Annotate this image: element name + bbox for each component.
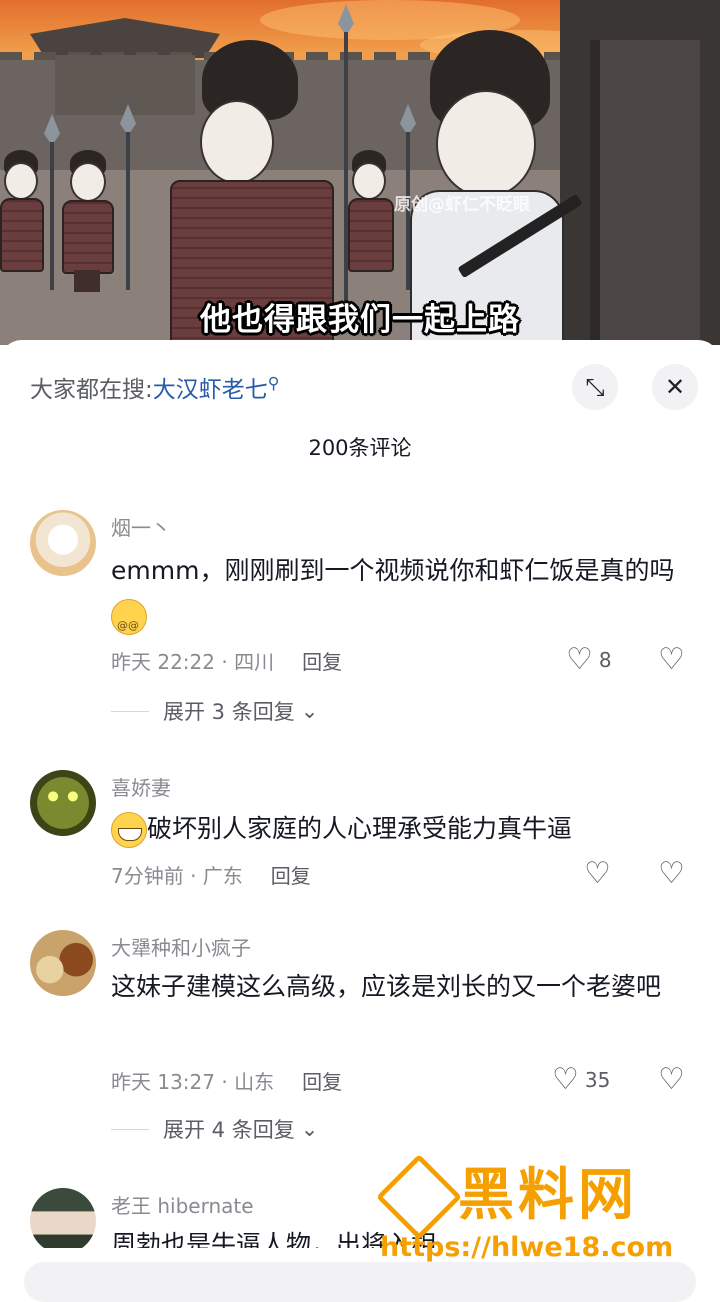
reply-button[interactable]: 回复 xyxy=(271,864,311,888)
heart-icon: ♡ xyxy=(584,856,611,891)
search-prefix: 大家都在搜: xyxy=(30,377,153,403)
comment-username[interactable]: 喜娇妻 xyxy=(111,772,171,801)
search-icon: ⚲ xyxy=(267,373,280,393)
like-count: 35 xyxy=(584,1067,611,1092)
like-button[interactable]: ♡ 35 xyxy=(552,1062,610,1097)
comment-panel: 大家都在搜:大汉虾老七⚲ ⤡ ✕ 200条评论 烟一丶 emmm，刚刚刷到一个视… xyxy=(0,340,720,1280)
spear xyxy=(126,130,130,290)
comment-text: 这妹子建模这么高级，应该是刘长的又一个老婆吧 xyxy=(111,972,662,1001)
avatar[interactable] xyxy=(30,930,96,996)
reply-button[interactable]: 回复 xyxy=(302,650,342,674)
like-button[interactable]: ♡ xyxy=(584,856,611,891)
broken-heart-icon: ♡ xyxy=(658,856,685,891)
like-button[interactable]: ♡ 8 xyxy=(566,642,612,677)
video-subtitle: 他也得跟我们一起上路 xyxy=(200,302,520,338)
like-count: 8 xyxy=(598,647,612,672)
comment-meta: 昨天 13:27 · 山东 回复 xyxy=(111,1070,343,1094)
dizzy-emoji xyxy=(111,599,147,648)
comment-text: 破坏别人家庭的人心理承受能力真牛逼 xyxy=(111,806,691,851)
chevron-down-icon: ⌄ xyxy=(300,699,319,723)
brand-logo-icon xyxy=(375,1153,463,1241)
dislike-button[interactable]: ♡ xyxy=(658,856,685,891)
comment-username[interactable]: 烟一丶 xyxy=(111,512,171,541)
dislike-button[interactable]: ♡ xyxy=(658,642,685,677)
tower-body xyxy=(55,55,195,115)
spear xyxy=(50,140,54,290)
comment-input-bar[interactable] xyxy=(24,1262,696,1302)
comment-meta: 昨天 22:22 · 四川 回复 xyxy=(111,650,343,674)
comment-count: 200条评论 xyxy=(308,436,412,460)
watermark-url: https://hlwe18.com xyxy=(380,1232,674,1263)
heart-icon: ♡ xyxy=(566,642,593,677)
avatar[interactable] xyxy=(30,1188,96,1248)
close-button[interactable]: ✕ xyxy=(652,364,698,410)
comment-text: emmm，刚刚刷到一个视频说你和虾仁饭是真的吗 xyxy=(111,548,691,648)
expand-button[interactable]: ⤡ xyxy=(572,364,618,410)
comment-username[interactable]: 大犟种和小疯子 xyxy=(111,932,251,961)
chevron-down-icon: ⌄ xyxy=(300,1117,319,1141)
close-icon: ✕ xyxy=(664,373,686,401)
avatar[interactable] xyxy=(30,770,96,836)
comment-meta: 7分钟前 · 广东 回复 xyxy=(111,864,311,888)
search-term-link[interactable]: 大汉虾老七⚲ xyxy=(153,373,280,403)
broken-heart-icon: ♡ xyxy=(658,1062,685,1097)
spear xyxy=(344,30,348,320)
video-frame[interactable]: 原创@虾仁不眨眼 他也得跟我们一起上路 xyxy=(0,0,720,345)
grin-emoji xyxy=(111,812,147,848)
dislike-button[interactable]: ♡ xyxy=(658,1062,685,1097)
site-watermark: 黑料网 https://hlwe18.com xyxy=(375,1150,710,1265)
expand-replies[interactable]: 展开 4 条回复 ⌄ xyxy=(111,1114,318,1144)
broken-heart-icon: ♡ xyxy=(658,642,685,677)
watermark-brand: 黑料网 xyxy=(458,1163,638,1228)
comment-username[interactable]: 老王 hibernate xyxy=(111,1190,254,1219)
expand-icon: ⤡ xyxy=(585,373,605,401)
heart-icon: ♡ xyxy=(552,1062,579,1097)
reply-button[interactable]: 回复 xyxy=(302,1070,342,1094)
avatar[interactable] xyxy=(30,510,96,576)
video-watermark: 原创@虾仁不眨眼 xyxy=(394,195,530,215)
search-suggestion[interactable]: 大家都在搜:大汉虾老七⚲ xyxy=(30,370,279,404)
expand-replies[interactable]: 展开 3 条回复 ⌄ xyxy=(111,696,318,726)
